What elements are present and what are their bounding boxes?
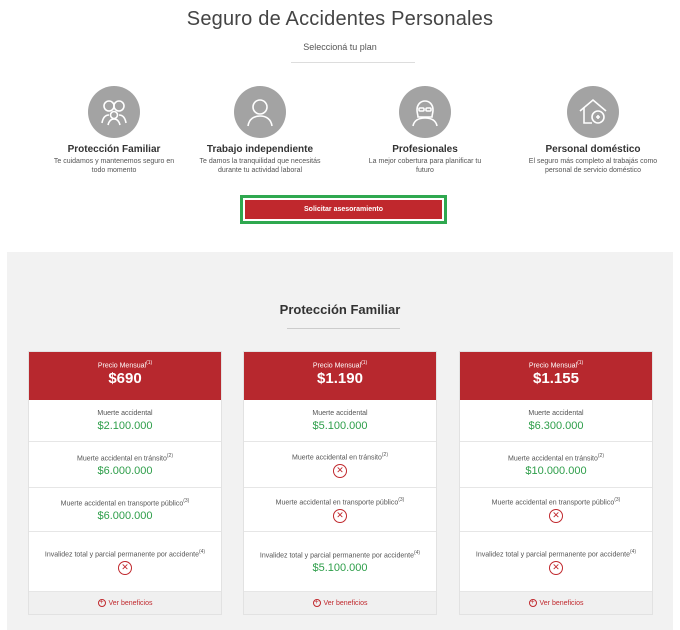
coverage-value: $10.000.000: [525, 465, 587, 478]
professional-icon: [399, 86, 451, 138]
plan-desc: Te damos la tranquilidad que necesitás d…: [199, 158, 321, 174]
card-header: Precio Mensual(1) $1.155: [460, 352, 652, 400]
plan-name: Profesionales: [392, 144, 458, 155]
plan-independiente[interactable]: Trabajo independiente Te damos la tranqu…: [187, 86, 333, 175]
hero: Seguro de Accidentes Personales Seleccio…: [0, 0, 680, 238]
plan-desc: Te cuidamos y mantenemos seguro en todo …: [53, 158, 175, 174]
coverage-row: Muerte accidental en tránsito(2) $6.000.…: [29, 442, 221, 488]
coverage-row: Muerte accidental $5.100.000: [244, 400, 436, 442]
price-value: $1.155: [533, 370, 579, 388]
house-icon: [567, 86, 619, 138]
divider: [291, 62, 415, 63]
coverage-row: Muerte accidental en tránsito(2) $10.000…: [460, 442, 652, 488]
coverage-row: Muerte accidental en tránsito(2) ✕: [244, 442, 436, 488]
price-value: $1.190: [317, 370, 363, 388]
price-card-1: Precio Mensual(1) $690 Muerte accidental…: [28, 351, 222, 615]
price-label: Precio Mensual(1): [528, 360, 584, 370]
ver-beneficios-link[interactable]: + Ver beneficios: [460, 592, 652, 614]
coverage-value: $6.300.000: [528, 420, 584, 432]
coverage-row: Muerte accidental $2.100.000: [29, 400, 221, 442]
not-included-icon: ✕: [549, 561, 563, 576]
price-label: Precio Mensual(1): [312, 360, 368, 370]
coverage-label: Invalidez total y parcial permanente por…: [259, 549, 421, 560]
coverage-value: $6.000.000: [97, 465, 153, 478]
plan-details-section: Protección Familiar Precio Mensual(1) $6…: [7, 252, 673, 630]
family-icon: [88, 86, 140, 138]
plus-icon: +: [528, 599, 537, 607]
coverage-row: Invalidez total y parcial permanente por…: [244, 532, 436, 592]
price-label: Precio Mensual(1): [97, 360, 153, 370]
plan-familiar[interactable]: Protección Familiar Te cuidamos y manten…: [41, 86, 187, 175]
plan-profesionales[interactable]: Profesionales La mejor cobertura para pl…: [352, 86, 498, 175]
plan-domestico[interactable]: Personal doméstico El seguro más complet…: [520, 86, 666, 175]
page-subtitle: Seleccioná tu plan: [303, 42, 377, 52]
section-title: Protección Familiar: [279, 302, 401, 317]
plan-name: Trabajo independiente: [206, 144, 314, 155]
coverage-row: Muerte accidental $6.300.000: [460, 400, 652, 442]
coverage-label: Muerte accidental en tránsito(2): [291, 451, 388, 462]
plan-desc: La mejor cobertura para planificar tu fu…: [368, 158, 482, 174]
coverage-label: Muerte accidental: [312, 410, 368, 417]
coverage-row: Invalidez total y parcial permanente por…: [29, 532, 221, 592]
coverage-value: $5.100.000: [312, 420, 368, 432]
coverage-row: Muerte accidental en transporte público(…: [244, 488, 436, 532]
coverage-value: $5.100.000: [312, 562, 368, 575]
coverage-label: Muerte accidental en transporte público(…: [275, 496, 405, 507]
card-header: Precio Mensual(1) $1.190: [244, 352, 436, 400]
plan-name: Personal doméstico: [545, 144, 641, 155]
coverage-value: $2.100.000: [97, 420, 153, 432]
plus-icon: +: [312, 599, 321, 607]
not-included-icon: ✕: [549, 509, 563, 524]
worker-icon: [234, 86, 286, 138]
coverage-label: Muerte accidental en transporte público(…: [60, 497, 190, 508]
coverage-label: Muerte accidental en tránsito(2): [507, 452, 604, 463]
plus-icon: +: [97, 599, 106, 607]
not-included-icon: ✕: [333, 464, 347, 479]
ver-beneficios-link[interactable]: + Ver beneficios: [29, 592, 221, 614]
divider: [287, 328, 400, 329]
coverage-label: Invalidez total y parcial permanente por…: [44, 548, 206, 559]
ver-beneficios-link[interactable]: + Ver beneficios: [244, 592, 436, 614]
plan-desc: El seguro más completo al trabajás como …: [528, 158, 658, 174]
price-card-3: Precio Mensual(1) $1.155 Muerte accident…: [459, 351, 653, 615]
coverage-value: $6.000.000: [97, 510, 153, 523]
page-title: Seguro de Accidentes Personales: [186, 8, 494, 30]
price-card-2: Precio Mensual(1) $1.190 Muerte accident…: [243, 351, 437, 615]
coverage-row: Invalidez total y parcial permanente por…: [460, 532, 652, 592]
coverage-label: Muerte accidental: [528, 410, 584, 417]
not-included-icon: ✕: [333, 509, 347, 524]
not-included-icon: ✕: [118, 561, 132, 576]
coverage-row: Muerte accidental en transporte público(…: [460, 488, 652, 532]
coverage-label: Muerte accidental en tránsito(2): [76, 452, 173, 463]
cta-highlight: Solicitar asesoramiento: [240, 195, 447, 224]
coverage-row: Muerte accidental en transporte público(…: [29, 488, 221, 532]
coverage-label: Muerte accidental en transporte público(…: [491, 496, 621, 507]
coverage-label: Muerte accidental: [97, 410, 153, 417]
price-value: $690: [108, 370, 142, 388]
plan-name: Protección Familiar: [67, 144, 161, 155]
coverage-label: Invalidez total y parcial permanente por…: [475, 548, 637, 559]
solicitar-asesoramiento-button[interactable]: Solicitar asesoramiento: [245, 200, 442, 219]
card-header: Precio Mensual(1) $690: [29, 352, 221, 400]
